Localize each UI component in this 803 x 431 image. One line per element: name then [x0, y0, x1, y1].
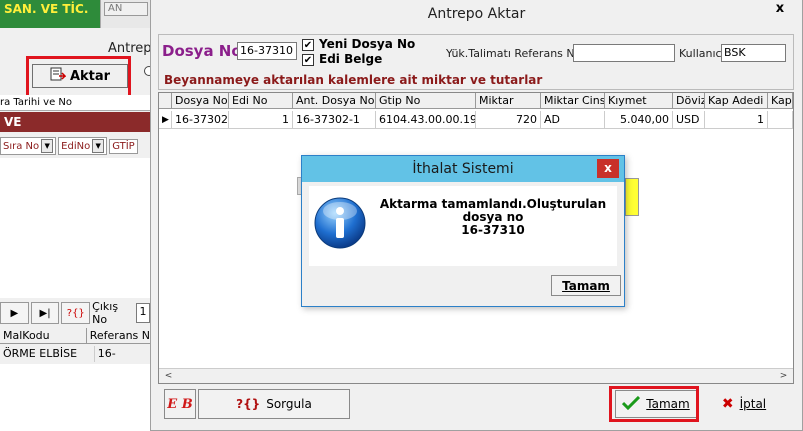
col-referans: Referans N	[89, 329, 150, 342]
dialog-message-line1: Aktarma tamamlandı.Oluşturulan dosya no	[379, 197, 607, 224]
grid-header-miktar-cinsi: Miktar Cinsi	[541, 93, 605, 109]
dosya-no-input[interactable]: 16-37310	[237, 42, 297, 60]
cell-referans: 16-37302	[97, 347, 133, 376]
chevron-down-icon[interactable]: ▼	[41, 139, 54, 153]
dialog-title: İthalat Sistemi	[302, 156, 624, 182]
obscured-yellow-field	[625, 178, 639, 216]
bg-table-empty	[0, 364, 150, 431]
next-record-button[interactable]: ▶	[0, 302, 29, 324]
chevron-down-icon[interactable]: ▼	[92, 139, 105, 153]
kullanici-input[interactable]: BSK	[721, 44, 786, 62]
iptal-label: İptal	[739, 397, 767, 411]
cell-doviz[interactable]: USD	[673, 111, 705, 129]
dialog-message: Aktarma tamamlandı.Oluşturulan dosya no …	[368, 198, 618, 237]
filter-col-edino[interactable]: EdiNo ▼	[58, 137, 108, 155]
cell-miktar-cinsi[interactable]: AD	[541, 111, 605, 129]
last-record-button[interactable]: ▶|	[30, 302, 60, 324]
cell-miktar[interactable]: 720	[476, 111, 541, 129]
grid-header-gtip-no: Gtip No	[376, 93, 476, 109]
yeni-dosya-checkbox[interactable]: ✔	[302, 39, 314, 51]
kullanici-label: Kullanıcı	[679, 47, 725, 60]
yeni-dosya-label: Yeni Dosya No	[319, 37, 416, 51]
bg-list-area	[0, 158, 150, 298]
cell-kiymet[interactable]: 5.040,00	[605, 111, 673, 129]
grid-header-miktar: Miktar	[476, 93, 541, 109]
section-title: Beyannameye aktarılan kalemlere ait mikt…	[164, 73, 543, 87]
cikis-input[interactable]: 1	[136, 303, 151, 323]
bg-table-header: MalKodu Referans N	[0, 328, 150, 344]
dialog-close-icon[interactable]: x	[597, 159, 619, 178]
cikis-label: Çıkış No	[92, 300, 119, 326]
dialog-ok-label: Tamam	[562, 278, 610, 293]
edi-belge-label: Edi Belge	[319, 52, 383, 66]
edi-belge-checkbox[interactable]: ✔	[302, 54, 314, 66]
dialog-ok-button[interactable]: Tamam	[551, 275, 621, 296]
company-label: SAN. VE TİC.	[0, 0, 100, 28]
query-icon: ?{}	[236, 397, 261, 411]
grid-header-edi-no: Edi No	[229, 93, 293, 109]
cell-gtip-no[interactable]: 6104.43.00.00.19	[376, 111, 476, 129]
cell-dosya-no[interactable]: 16-37302	[172, 111, 229, 129]
cell-edi-no[interactable]: 1	[229, 111, 293, 129]
scroll-left-icon[interactable]: <	[161, 369, 176, 384]
cancel-icon: ✖	[721, 396, 734, 412]
cell-kap-adedi[interactable]: 1	[705, 111, 768, 129]
sorgula-button[interactable]: ?{} Sorgula	[198, 389, 350, 419]
col-malkodu: MalKodu	[0, 328, 87, 343]
iptal-button[interactable]: ✖ İptal	[703, 390, 785, 418]
dosya-no-label: Dosya No	[162, 42, 242, 60]
filter-col-sira[interactable]: Sıra No ▼	[0, 137, 57, 155]
grid-header-dosya-no: Dosya No	[172, 93, 229, 109]
an-field[interactable]: AN	[104, 2, 148, 16]
cell-ant-dosya-no[interactable]: 16-37302-1	[293, 111, 376, 129]
query-button[interactable]: ?{}	[61, 302, 91, 324]
cell-malkodu: ÖRME ELBİSE	[0, 346, 95, 362]
table-row[interactable]: ÖRME ELBİSE 16-37302	[0, 346, 150, 376]
highlight-tamam	[609, 386, 699, 422]
row-marker-icon: ▶	[159, 111, 172, 129]
grid-header-kap: Kap	[768, 93, 793, 109]
grid-corner	[159, 93, 172, 109]
bg-header-row: ra Tarihi ve No	[0, 95, 150, 111]
horizontal-scrollbar[interactable]: < >	[159, 368, 793, 383]
cell-kap[interactable]	[768, 111, 793, 129]
bg-filter-columns: Sıra No ▼ EdiNo ▼ GTİP	[0, 136, 150, 156]
window-title: Antrepo Aktar	[151, 0, 802, 28]
dialog-message-line2: 16-37310	[461, 223, 525, 237]
eb-logo-icon: E B	[167, 396, 193, 412]
antrep-label: Antrep	[108, 41, 152, 56]
eb-logo-button[interactable]: E B	[164, 389, 196, 419]
ve-band: VE	[0, 112, 150, 132]
filter-col-gtip[interactable]: GTİP	[109, 138, 138, 154]
close-icon[interactable]: x	[765, 0, 795, 18]
bg-nav-bar: ▶ ▶| ?{} Çıkış No 1	[0, 300, 151, 326]
info-icon	[313, 196, 367, 250]
yuk-talimati-label: Yük.Talimatı Referans No	[446, 47, 582, 60]
grid-header-ant-dosya-no: Ant. Dosya No	[293, 93, 376, 109]
scroll-right-icon[interactable]: >	[776, 369, 791, 384]
grid-header-doviz: Döviz	[673, 93, 705, 109]
sorgula-label: Sorgula	[266, 397, 312, 411]
grid-header-kap-adedi: Kap Adedi	[705, 93, 768, 109]
yuk-talimati-input[interactable]	[573, 44, 675, 62]
grid-header-kiymet: Kıymet	[605, 93, 673, 109]
